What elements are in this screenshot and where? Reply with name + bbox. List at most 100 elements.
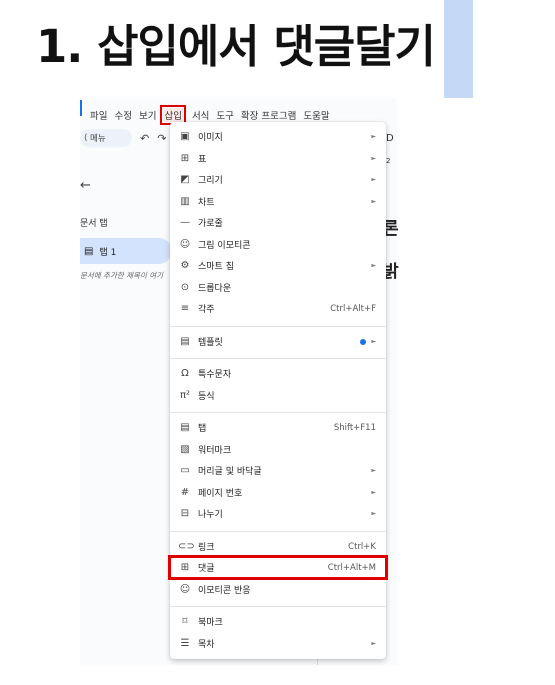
menu-item-label: 차트 bbox=[198, 198, 215, 208]
equation-icon: π² bbox=[179, 390, 191, 401]
chart-icon: ▥ bbox=[180, 196, 190, 207]
menu-item-label: 특수문자 bbox=[198, 370, 232, 380]
cursor-edge bbox=[80, 100, 82, 116]
undo-icon[interactable]: ↶ bbox=[140, 132, 149, 145]
menu-item-dropdown[interactable]: ⊙ 드롭다운 bbox=[170, 277, 386, 298]
menu-separator bbox=[170, 412, 386, 413]
menu-format[interactable]: 서식 bbox=[192, 108, 209, 122]
menu-item-watermark[interactable]: ▧ 워터마크 bbox=[170, 439, 386, 460]
menu-item-label: 이모티콘 반응 bbox=[198, 586, 251, 596]
tab-doc-icon: ▤ bbox=[84, 245, 94, 257]
menu-item-break[interactable]: ⊟ 나누기 ► bbox=[170, 503, 386, 524]
menu-item-label: 스마트 칩 bbox=[198, 262, 234, 272]
menu-help[interactable]: 도움말 bbox=[303, 108, 329, 122]
horizontal-line-icon: — bbox=[180, 217, 190, 228]
menu-separator bbox=[170, 326, 386, 327]
insert-menu-dropdown: ▣ 이미지 ► ⊞ 표 ► ◩ 그리기 ► ▥ 차트 ► — 가로줄 ☺ 그림 이모티콘 ⚙ 스마트 칩 ► ⊙ 드롭다… bbox=[168, 122, 388, 659]
menu-item-horizontal-line[interactable]: — 가로줄 bbox=[170, 212, 386, 233]
accent-block bbox=[444, 0, 473, 98]
menu-view[interactable]: 보기 bbox=[139, 108, 156, 122]
menu-item-chart[interactable]: ▥ 차트 ► bbox=[170, 191, 386, 212]
menu-item-label: 북마크 bbox=[198, 618, 223, 628]
menu-item-table-of-contents[interactable]: ☰ 목차 ► bbox=[170, 633, 386, 654]
menu-item-comment[interactable]: ⊞ 댓글 Ctrl+Alt+M bbox=[168, 555, 388, 580]
link-icon: ⊂⊃ bbox=[178, 541, 195, 552]
sidebar-tab-1[interactable]: ▤ 탭 1 bbox=[80, 238, 172, 264]
menu-item-label: 가로줄 bbox=[198, 219, 223, 229]
menu-item-label: 그리기 bbox=[198, 176, 223, 186]
menu-item-link[interactable]: ⊂⊃ 링크 Ctrl+K bbox=[170, 536, 386, 557]
submenu-arrow-icon: ► bbox=[371, 489, 376, 496]
template-icon: ▤ bbox=[180, 336, 190, 347]
tab-icon: ▤ bbox=[180, 422, 190, 433]
menu-item-label: 드롭다운 bbox=[198, 284, 232, 294]
menu-insert[interactable]: 삽입 bbox=[160, 105, 187, 125]
edge-letter: D bbox=[386, 133, 394, 144]
footnote-icon: ≡ bbox=[180, 303, 190, 314]
submenu-arrow-icon: ► bbox=[371, 155, 376, 162]
menu-item-label: 워터마크 bbox=[198, 446, 232, 456]
header-footer-icon: ▭ bbox=[180, 465, 190, 476]
menu-item-equation[interactable]: π² 등식 bbox=[170, 385, 386, 406]
redo-icon[interactable]: ↷ bbox=[157, 132, 166, 145]
menu-item-label: 이미지 bbox=[198, 133, 223, 143]
menu-item-image[interactable]: ▣ 이미지 ► bbox=[170, 126, 386, 147]
image-icon: ▣ bbox=[180, 131, 190, 142]
special-chars-icon: Ω bbox=[181, 368, 189, 379]
menu-item-footnote[interactable]: ≡ 각주 Ctrl+Alt+F bbox=[170, 298, 386, 319]
menu-item-smart-chip[interactable]: ⚙ 스마트 칩 ► bbox=[170, 255, 386, 276]
shortcut-hint: Ctrl+K bbox=[348, 541, 376, 552]
menu-item-label: 등식 bbox=[198, 392, 215, 402]
menu-file[interactable]: 파일 bbox=[90, 108, 107, 122]
menu-edit[interactable]: 수정 bbox=[114, 108, 131, 122]
new-badge-dot bbox=[360, 338, 367, 345]
menu-item-label: 탭 bbox=[198, 424, 207, 434]
emoji-reaction-icon: ☺ bbox=[179, 584, 191, 595]
menu-item-label: 표 bbox=[198, 155, 207, 165]
menu-item-label: 머리글 및 바닥글 bbox=[198, 467, 262, 477]
shortcut-hint: Ctrl+Alt+F bbox=[330, 303, 376, 314]
submenu-arrow-icon: ► bbox=[371, 176, 376, 183]
menu-item-bookmark[interactable]: ⌑ 북마크 bbox=[170, 611, 386, 632]
shortcut-hint: Ctrl+Alt+M bbox=[327, 562, 376, 573]
comment-icon: ⊞ bbox=[180, 562, 190, 573]
back-arrow-icon[interactable]: ← bbox=[80, 178, 91, 193]
menu-item-tab[interactable]: ▤ 탭 Shift+F11 bbox=[170, 417, 386, 438]
page-title: 1. 삽입에서 댓글달기 bbox=[36, 20, 436, 73]
smart-chip-icon: ⚙ bbox=[180, 260, 190, 271]
menu-item-label: 나누기 bbox=[198, 510, 223, 520]
menu-item-label: 목차 bbox=[198, 640, 215, 650]
tab-hint-text: 문서에 추가한 제목이 여기 bbox=[80, 271, 164, 280]
menu-item-drawing[interactable]: ◩ 그리기 ► bbox=[170, 169, 386, 190]
dropdown-icon: ⊙ bbox=[180, 282, 190, 293]
tab-label: 탭 1 bbox=[99, 247, 117, 258]
emoji-icon: ☺ bbox=[179, 239, 191, 250]
doc-tabs-heading: 문서 탭 bbox=[80, 219, 108, 229]
menu-tools[interactable]: 도구 bbox=[216, 108, 233, 122]
menu-item-template[interactable]: ▤ 템플릿 ► bbox=[170, 331, 386, 352]
menu-item-label: 그림 이모티콘 bbox=[198, 241, 251, 251]
menu-item-header-footer[interactable]: ▭ 머리글 및 바닥글 ► bbox=[170, 460, 386, 481]
submenu-arrow-icon: ► bbox=[371, 467, 376, 474]
table-of-contents-icon: ☰ bbox=[180, 638, 190, 649]
menu-item-emoji[interactable]: ☺ 그림 이모티콘 bbox=[170, 234, 386, 255]
edge-digit: 2 bbox=[386, 157, 391, 165]
watermark-icon: ▧ bbox=[180, 444, 190, 455]
shortcut-hint: Shift+F11 bbox=[333, 422, 376, 433]
menu-item-page-number[interactable]: # 페이지 번호 ► bbox=[170, 482, 386, 503]
menu-extensions[interactable]: 확장 프로그램 bbox=[241, 108, 296, 122]
menu-item-label: 템플릿 bbox=[198, 338, 223, 348]
menu-item-special-chars[interactable]: Ω 특수문자 bbox=[170, 363, 386, 384]
menu-item-label: 페이지 번호 bbox=[198, 489, 243, 499]
submenu-arrow-icon: ► bbox=[371, 198, 376, 205]
submenu-arrow-icon: ► bbox=[371, 338, 376, 345]
break-icon: ⊟ bbox=[180, 508, 190, 519]
menu-item-table[interactable]: ⊞ 표 ► bbox=[170, 148, 386, 169]
menu-search[interactable]: ⟨ 메뉴 bbox=[80, 129, 132, 147]
submenu-arrow-icon: ► bbox=[371, 510, 376, 517]
submenu-arrow-icon: ► bbox=[371, 133, 376, 140]
page-number-icon: # bbox=[180, 487, 190, 498]
menu-separator bbox=[170, 358, 386, 359]
menu-item-emoji-reaction[interactable]: ☺ 이모티콘 반응 bbox=[170, 579, 386, 600]
search-label: 메뉴 bbox=[90, 134, 106, 144]
